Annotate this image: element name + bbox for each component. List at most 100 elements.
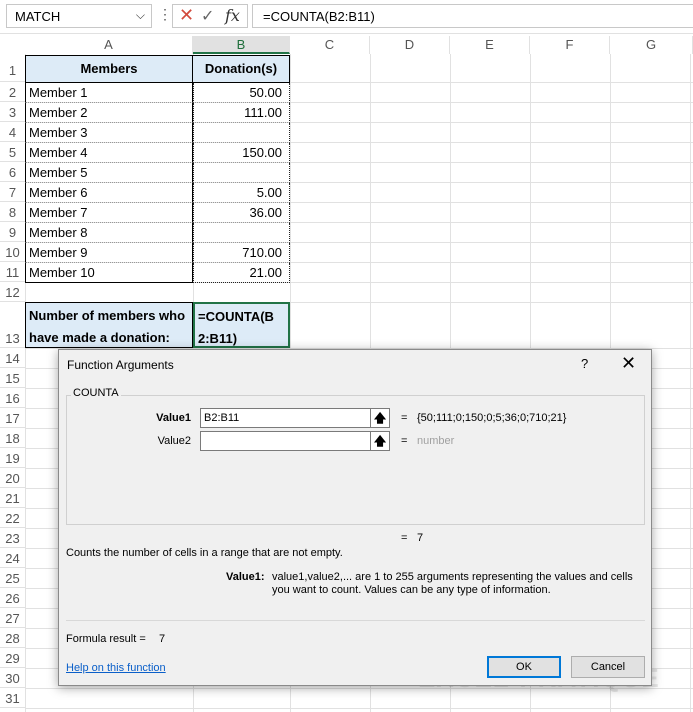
donation-cell[interactable] xyxy=(193,163,290,183)
column-header-b[interactable]: B xyxy=(193,36,290,54)
row-header[interactable]: 24 xyxy=(0,548,25,568)
function-arguments-dialog: Function Arguments ? ✕ COUNTA Value1 B2:… xyxy=(58,349,652,686)
dialog-title: Function Arguments xyxy=(67,358,174,372)
total-result: 7 xyxy=(417,532,424,544)
row-header[interactable]: 2 xyxy=(0,82,25,102)
row-header[interactable]: 5 xyxy=(0,142,25,162)
help-icon[interactable]: ? xyxy=(581,356,588,371)
donation-cell[interactable]: 150.00 xyxy=(193,143,290,163)
column-header-d[interactable]: D xyxy=(370,36,450,54)
row-header[interactable]: 9 xyxy=(0,222,25,242)
column-header-f[interactable]: F xyxy=(530,36,610,54)
formula-text: =COUNTA(B2:B11) xyxy=(263,9,375,24)
member-cell[interactable]: Member 1 xyxy=(25,83,193,103)
donation-cell[interactable] xyxy=(193,223,290,243)
row-header[interactable]: 30 xyxy=(0,668,25,688)
row-header[interactable]: 10 xyxy=(0,242,25,262)
check-icon[interactable]: ✓ xyxy=(201,6,214,26)
row-header[interactable]: 25 xyxy=(0,568,25,588)
row-header[interactable]: 22 xyxy=(0,508,25,528)
member-cell[interactable]: Member 4 xyxy=(25,143,193,163)
row-header[interactable]: 15 xyxy=(0,368,25,388)
donation-cell[interactable]: 111.00 xyxy=(193,103,290,123)
member-cell[interactable]: Member 7 xyxy=(25,203,193,223)
donation-cell[interactable]: 21.00 xyxy=(193,263,290,283)
row-header[interactable]: 20 xyxy=(0,468,25,488)
member-cell[interactable]: Member 5 xyxy=(25,163,193,183)
row-header[interactable]: 14 xyxy=(0,348,25,368)
row-header[interactable]: 23 xyxy=(0,528,25,548)
row-header[interactable]: 1 xyxy=(0,54,25,82)
row-header[interactable]: 7 xyxy=(0,182,25,202)
column-header-a[interactable]: A xyxy=(25,36,193,54)
argument-description-label: Value1: xyxy=(226,571,265,583)
value1-result: {50;111;0;150;0;5;36;0;710;21} xyxy=(417,412,567,424)
row-header[interactable]: 31 xyxy=(0,688,25,708)
column-header-e[interactable]: E xyxy=(450,36,530,54)
header-donations[interactable]: Donation(s) xyxy=(192,55,290,83)
total-equals: = xyxy=(401,532,408,544)
chevron-down-icon[interactable]: ⌵ xyxy=(136,8,145,23)
value1-input[interactable]: B2:B11 xyxy=(200,408,390,428)
formula-result-label: Formula result = xyxy=(66,633,146,645)
row-header[interactable]: 26 xyxy=(0,588,25,608)
collapse-dialog-icon[interactable]: 🡅 xyxy=(370,431,390,451)
formula-bar: MATCH ⌵ ⋮ ✕ ✓ fx =COUNTA(B2:B11) xyxy=(0,0,693,34)
row-header[interactable]: 29 xyxy=(0,648,25,668)
question-cell[interactable]: Number of members who have made a donati… xyxy=(25,302,193,348)
formula-buttons: ✕ ✓ fx xyxy=(172,4,248,28)
donation-cell[interactable]: 710.00 xyxy=(193,243,290,263)
row-header[interactable]: 11 xyxy=(0,262,25,282)
formula-input[interactable]: =COUNTA(B2:B11) xyxy=(252,4,693,28)
formula-result-value: 7 xyxy=(159,633,166,645)
ok-button[interactable]: OK xyxy=(487,656,561,678)
member-cell[interactable]: Member 10 xyxy=(25,263,193,283)
member-cell[interactable]: Member 8 xyxy=(25,223,193,243)
member-cell[interactable]: Member 3 xyxy=(25,123,193,143)
more-options-icon[interactable]: ⋮ xyxy=(158,6,172,23)
row-header[interactable]: 13 xyxy=(0,302,25,348)
donation-cell[interactable]: 5.00 xyxy=(193,183,290,203)
value2-input[interactable] xyxy=(200,431,390,451)
cancel-button[interactable]: Cancel xyxy=(571,656,645,678)
formula-cell[interactable]: =COUNTA(B2:B11) xyxy=(193,302,290,348)
value2-label: Value2 xyxy=(157,435,191,447)
column-header-g[interactable]: G xyxy=(610,36,693,54)
donation-cell[interactable]: 50.00 xyxy=(193,83,290,103)
row-header[interactable]: 8 xyxy=(0,202,25,222)
row-header[interactable]: 19 xyxy=(0,448,25,468)
cancel-icon[interactable]: ✕ xyxy=(179,5,194,26)
argument-description-line1: value1,value2,... are 1 to 255 arguments… xyxy=(272,571,633,583)
row-header[interactable]: 3 xyxy=(0,102,25,122)
name-box[interactable]: MATCH ⌵ xyxy=(6,4,152,28)
argument-description-line2: you want to count. Values can be any typ… xyxy=(272,584,551,596)
row-header[interactable]: 28 xyxy=(0,628,25,648)
function-description: Counts the number of cells in a range th… xyxy=(66,547,343,559)
row-header[interactable]: 16 xyxy=(0,388,25,408)
insert-function-icon[interactable]: fx xyxy=(225,6,240,25)
value1-equals: = xyxy=(401,412,408,424)
row-header[interactable]: 6 xyxy=(0,162,25,182)
member-cell[interactable]: Member 2 xyxy=(25,103,193,123)
divider xyxy=(66,620,645,621)
donation-cell[interactable] xyxy=(193,123,290,143)
donation-cell[interactable]: 36.00 xyxy=(193,203,290,223)
function-name: COUNTA xyxy=(71,387,121,399)
row-header[interactable]: 12 xyxy=(0,282,25,302)
collapse-dialog-icon[interactable]: 🡅 xyxy=(370,408,390,428)
row-header[interactable]: 18 xyxy=(0,428,25,448)
row-header[interactable]: 21 xyxy=(0,488,25,508)
member-cell[interactable]: Member 9 xyxy=(25,243,193,263)
row-header[interactable]: 4 xyxy=(0,122,25,142)
help-link[interactable]: Help on this function xyxy=(66,662,166,674)
value1-label: Value1 xyxy=(156,412,191,424)
value2-result: number xyxy=(417,435,455,447)
row-header[interactable]: 17 xyxy=(0,408,25,428)
row-header[interactable]: 27 xyxy=(0,608,25,628)
header-members[interactable]: Members xyxy=(25,55,193,83)
name-box-value: MATCH xyxy=(15,9,61,24)
column-header-c[interactable]: C xyxy=(290,36,370,54)
close-icon[interactable]: ✕ xyxy=(621,353,636,374)
value2-equals: = xyxy=(401,435,408,447)
member-cell[interactable]: Member 6 xyxy=(25,183,193,203)
